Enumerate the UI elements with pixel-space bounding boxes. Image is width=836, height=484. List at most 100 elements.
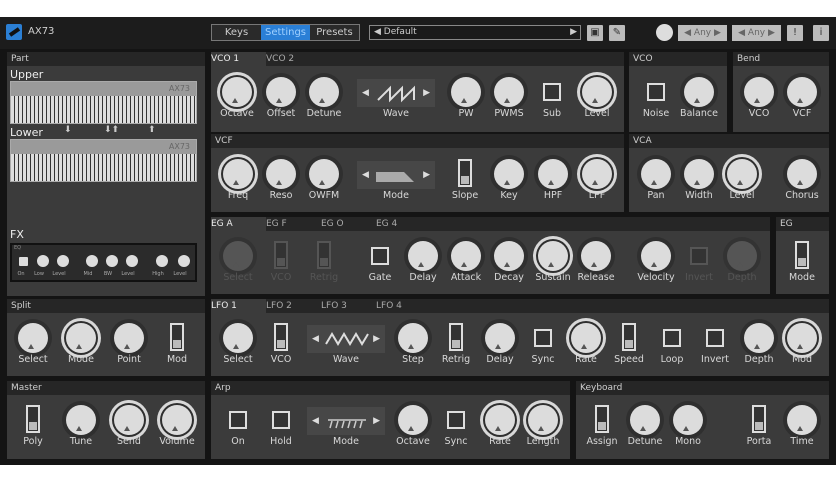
- eg-retrig-switch[interactable]: Retrig: [294, 241, 354, 293]
- keyboard-time-knob[interactable]: Time: [772, 405, 832, 457]
- knob-icon[interactable]: [582, 77, 612, 107]
- midi-channel-select[interactable]: ◀ Any ▶: [678, 25, 727, 41]
- split-mod-switch[interactable]: Mod: [147, 323, 207, 375]
- next-arrow-icon[interactable]: ▶: [423, 161, 430, 189]
- lower-keyboard[interactable]: AX73: [10, 139, 197, 182]
- prev-arrow-icon[interactable]: ◀: [362, 161, 369, 189]
- edit-icon[interactable]: ✎: [609, 25, 625, 41]
- tab-vco1[interactable]: VCO 1: [211, 52, 266, 66]
- knob-icon[interactable]: [451, 241, 481, 271]
- knob-icon[interactable]: [223, 159, 253, 189]
- vca-level-knob[interactable]: Level: [712, 159, 772, 211]
- knob-icon[interactable]: [582, 159, 612, 189]
- knob-icon[interactable]: [787, 159, 817, 189]
- next-preset-icon[interactable]: ▶: [570, 26, 577, 39]
- knob-icon[interactable]: [727, 241, 757, 271]
- switch-icon[interactable]: [274, 323, 288, 351]
- keys[interactable]: [11, 154, 196, 181]
- fx-knob[interactable]: [178, 255, 190, 267]
- fx-knob[interactable]: [86, 255, 98, 267]
- tab-eg-4[interactable]: EG 4: [376, 217, 431, 231]
- swap-arrows-icon[interactable]: ⬇⬆: [104, 125, 119, 135]
- vco-level-knob[interactable]: Level: [567, 77, 627, 129]
- knob-icon[interactable]: [641, 241, 671, 271]
- checkbox-icon[interactable]: [229, 411, 247, 429]
- knob-icon[interactable]: [114, 405, 144, 435]
- tab-settings[interactable]: Settings: [261, 25, 310, 40]
- knob-icon[interactable]: [787, 405, 817, 435]
- checkbox-icon[interactable]: [663, 329, 681, 347]
- vco-detune-knob[interactable]: Detune: [294, 77, 354, 129]
- prev-arrow-icon[interactable]: ◀: [362, 79, 369, 107]
- switch-icon[interactable]: [317, 241, 331, 269]
- knob-icon[interactable]: [538, 241, 568, 271]
- tab-presets[interactable]: Presets: [310, 25, 359, 40]
- eg-mode-mode-switch[interactable]: Mode: [772, 241, 832, 293]
- vcf-lpf-knob[interactable]: LPF: [567, 159, 627, 211]
- info-button[interactable]: i: [813, 25, 829, 41]
- checkbox-icon[interactable]: [272, 411, 290, 429]
- selector-box[interactable]: ◀ ▶: [307, 407, 385, 435]
- tab-eg-a[interactable]: EG A: [211, 217, 266, 231]
- switch-icon[interactable]: [274, 241, 288, 269]
- knob-icon[interactable]: [18, 323, 48, 353]
- knob-icon[interactable]: [66, 405, 96, 435]
- midi-channel-select-2[interactable]: ◀ Any ▶: [732, 25, 781, 41]
- knob-icon[interactable]: [223, 323, 253, 353]
- keyboard-mono-knob[interactable]: Mono: [658, 405, 718, 457]
- knob-icon[interactable]: [673, 405, 703, 435]
- switch-icon[interactable]: [795, 241, 809, 269]
- fx-knob[interactable]: [156, 255, 168, 267]
- vcf-owfm-knob[interactable]: OWFM: [294, 159, 354, 211]
- switch-icon[interactable]: [752, 405, 766, 433]
- knob-icon[interactable]: [309, 159, 339, 189]
- knob-icon[interactable]: [266, 77, 296, 107]
- knob-icon[interactable]: [630, 405, 660, 435]
- save-icon[interactable]: ▣: [587, 25, 603, 41]
- arrow-down-icon[interactable]: ⬇: [64, 125, 72, 135]
- knob-icon[interactable]: [114, 323, 144, 353]
- knob-icon[interactable]: [408, 241, 438, 271]
- checkbox-icon[interactable]: [543, 83, 561, 101]
- knob-icon[interactable]: [538, 159, 568, 189]
- prev-preset-icon[interactable]: ◀: [374, 27, 384, 37]
- knob-icon[interactable]: [684, 159, 714, 189]
- keys[interactable]: [11, 96, 196, 123]
- selector-box[interactable]: ◀ ▶: [307, 325, 385, 353]
- switch-icon[interactable]: [622, 323, 636, 351]
- knob-icon[interactable]: [266, 159, 296, 189]
- knob-icon[interactable]: [66, 323, 96, 353]
- knob-icon[interactable]: [641, 159, 671, 189]
- switch-icon[interactable]: [449, 323, 463, 351]
- knob-icon[interactable]: [162, 405, 192, 435]
- prev-arrow-icon[interactable]: ◀: [312, 407, 319, 435]
- checkbox-icon[interactable]: [534, 329, 552, 347]
- alert-button[interactable]: !: [787, 25, 803, 41]
- bend-vcf-knob[interactable]: VCF: [772, 77, 832, 129]
- next-arrow-icon[interactable]: ▶: [373, 325, 380, 353]
- knob-icon[interactable]: [528, 405, 558, 435]
- switch-icon[interactable]: [458, 159, 472, 187]
- tab-eg-o[interactable]: EG O: [321, 217, 376, 231]
- tab-eg-f[interactable]: EG F: [266, 217, 321, 231]
- knob-icon[interactable]: [494, 241, 524, 271]
- switch-icon[interactable]: [595, 405, 609, 433]
- selector-box[interactable]: ◀ ▶: [357, 161, 435, 189]
- checkbox-icon[interactable]: [690, 247, 708, 265]
- vcf-mode-selector[interactable]: ◀ ▶ Mode: [357, 161, 435, 211]
- vco-wave-selector[interactable]: ◀ ▶ Wave: [357, 79, 435, 129]
- knob-icon[interactable]: [727, 159, 757, 189]
- knob-icon[interactable]: [571, 323, 601, 353]
- switch-icon[interactable]: [26, 405, 40, 433]
- knob-icon[interactable]: [398, 323, 428, 353]
- tab-lfo1[interactable]: LFO 1: [211, 299, 266, 313]
- knob-icon[interactable]: [223, 241, 253, 271]
- tab-lfo3[interactable]: LFO 3: [321, 299, 376, 313]
- knob-icon[interactable]: [787, 77, 817, 107]
- fx-knob[interactable]: [37, 255, 49, 267]
- knob-icon[interactable]: [309, 77, 339, 107]
- master-volume-knob[interactable]: Volume: [147, 405, 207, 457]
- tab-lfo4[interactable]: LFO 4: [376, 299, 431, 313]
- arp-hold-checkbox[interactable]: Hold: [251, 407, 311, 457]
- knob-icon[interactable]: [581, 241, 611, 271]
